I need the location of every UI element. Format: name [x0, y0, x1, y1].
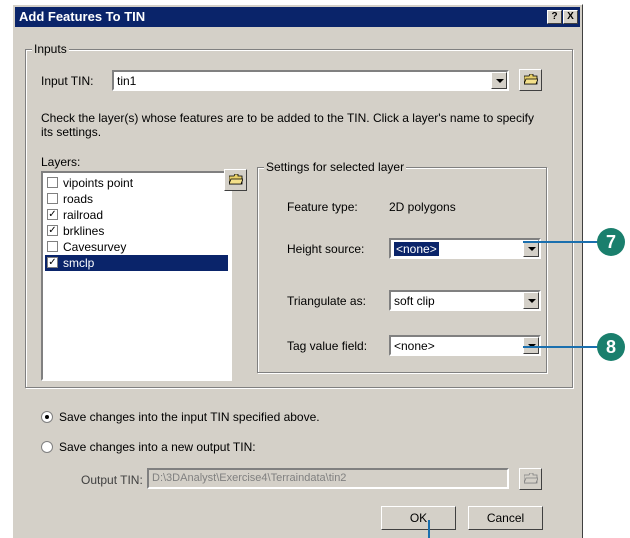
- dialog-title: Add Features To TIN: [19, 9, 146, 24]
- layers-label: Layers:: [41, 155, 81, 169]
- open-folder-icon: [229, 174, 243, 185]
- save-input-radio[interactable]: [41, 411, 53, 423]
- callout-7-leader: [523, 241, 599, 243]
- save-output-label: Save changes into a new output TIN:: [59, 440, 256, 454]
- ok-button[interactable]: OK: [381, 506, 456, 530]
- inputs-group-label: Inputs: [32, 42, 69, 56]
- height-source-value: <none>: [393, 241, 440, 257]
- callout-7-badge: 7: [597, 228, 625, 256]
- output-tin-value: D:\3DAnalyst\Exercise4\Terraindata\tin2: [152, 472, 347, 484]
- tag-value-dropdown[interactable]: <none>: [389, 335, 541, 356]
- layer-checkbox[interactable]: ✓: [47, 257, 58, 268]
- chevron-down-icon[interactable]: [523, 292, 539, 309]
- layer-checkbox[interactable]: [47, 241, 58, 252]
- triangulate-dropdown[interactable]: soft clip: [389, 290, 541, 311]
- output-tin-label: Output TIN:: [81, 473, 143, 487]
- layer-checkbox[interactable]: [47, 177, 58, 188]
- layer-item-brklines[interactable]: ✓ brklines: [45, 223, 228, 239]
- cancel-label: Cancel: [486, 511, 525, 525]
- browse-output-tin-button[interactable]: [519, 468, 542, 490]
- save-input-label: Save changes into the input TIN specifie…: [59, 410, 320, 424]
- ok-label: OK: [409, 511, 428, 525]
- triangulate-value: soft clip: [394, 294, 435, 308]
- add-layer-button[interactable]: [224, 169, 247, 191]
- tag-value-label: Tag value field:: [287, 339, 368, 353]
- cancel-button[interactable]: Cancel: [468, 506, 543, 530]
- save-output-radio[interactable]: [41, 441, 53, 453]
- close-button[interactable]: X: [563, 10, 578, 24]
- layer-checkbox[interactable]: ✓: [47, 225, 58, 236]
- settings-group-label: Settings for selected layer: [264, 160, 407, 174]
- layer-item-roads[interactable]: roads: [45, 191, 228, 207]
- callout-8-leader: [523, 346, 599, 348]
- instruction-text: Check the layer(s) whose features are to…: [41, 111, 534, 139]
- input-tin-dropdown[interactable]: tin1: [112, 70, 509, 91]
- open-folder-icon: [524, 473, 538, 484]
- chevron-down-icon[interactable]: [491, 72, 507, 89]
- layer-item-smclp[interactable]: ✓ smclp: [45, 255, 228, 271]
- layer-checkbox[interactable]: ✓: [47, 209, 58, 220]
- feature-type-label: Feature type:: [287, 200, 358, 214]
- triangulate-label: Triangulate as:: [287, 294, 366, 308]
- layer-checkbox[interactable]: [47, 193, 58, 204]
- tag-value-value: <none>: [394, 339, 435, 353]
- callout-8-badge: 8: [597, 333, 625, 361]
- height-source-dropdown[interactable]: <none>: [389, 238, 541, 259]
- open-folder-icon: [524, 74, 538, 85]
- layer-item-railroad[interactable]: ✓ railroad: [45, 207, 228, 223]
- browse-input-tin-button[interactable]: [519, 69, 542, 91]
- feature-type-value: 2D polygons: [389, 200, 456, 214]
- output-tin-field[interactable]: D:\3DAnalyst\Exercise4\Terraindata\tin2: [147, 468, 509, 489]
- help-button[interactable]: ?: [547, 10, 562, 24]
- input-tin-value: tin1: [117, 74, 137, 88]
- height-source-label: Height source:: [287, 242, 365, 256]
- ok-button-leader: [428, 520, 430, 538]
- input-tin-label: Input TIN:: [41, 74, 94, 88]
- layers-list[interactable]: vipoints point roads ✓ railroad ✓ brklin…: [41, 171, 232, 381]
- add-features-dialog: Add Features To TIN ? X Inputs Input TIN…: [12, 4, 583, 538]
- layer-item-vipoints-point[interactable]: vipoints point: [45, 175, 228, 191]
- title-bar: Add Features To TIN ? X: [15, 7, 580, 27]
- layer-item-cavesurvey[interactable]: Cavesurvey: [45, 239, 228, 255]
